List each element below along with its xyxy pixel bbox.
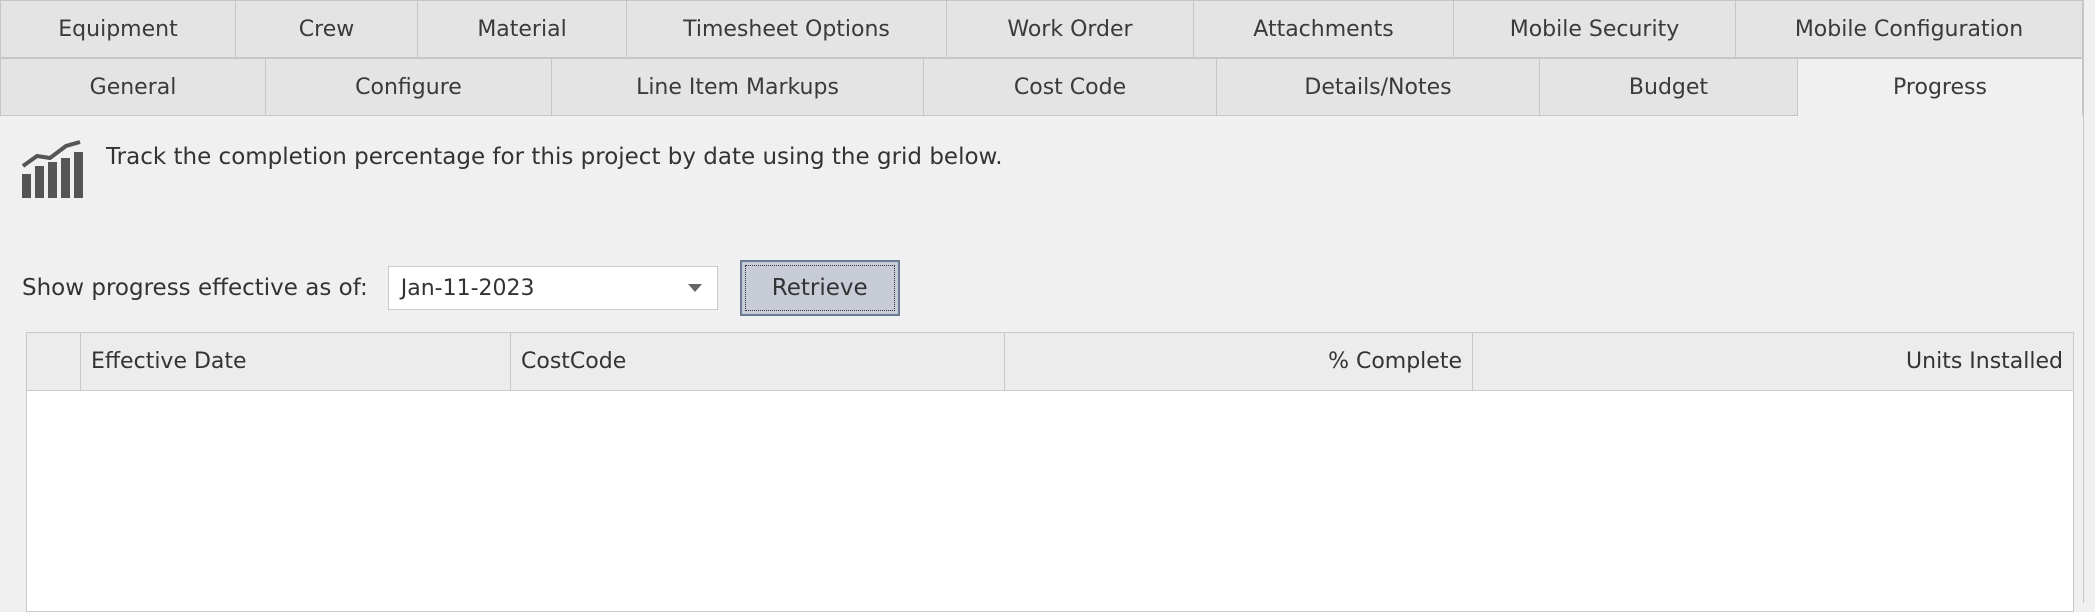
tab-row-top: Equipment Crew Material Timesheet Options Wo… bbox=[0, 0, 2083, 58]
info-text: Track the completion percentage for this… bbox=[106, 144, 1003, 170]
tab-cost-code[interactable]: Cost Code bbox=[924, 58, 1217, 116]
tab-progress[interactable]: Progress bbox=[1798, 58, 2083, 116]
grid-header: Effective Date CostCode% Complete Units In… bbox=[27, 333, 2073, 391]
tab-row-bottom: General Configure Line Item Markups Cost Co… bbox=[0, 58, 2083, 116]
retrieve-button[interactable]: Retrieve bbox=[739, 260, 900, 316]
tab-mobile-configuration[interactable]: Mobile Configuration bbox=[1736, 0, 2083, 58]
effective-date-picker[interactable]: Jan-11-2023 bbox=[387, 266, 718, 310]
tab-work-order[interactable]: Work Order bbox=[947, 0, 1194, 58]
tab-material[interactable]: Material bbox=[418, 0, 627, 58]
column-header-indicator[interactable] bbox=[27, 333, 81, 390]
tab-general[interactable]: General bbox=[0, 58, 266, 116]
tab-line-item-markups[interactable]: Line Item Markups bbox=[552, 58, 924, 116]
effective-date-value: Jan-11-2023 bbox=[400, 275, 535, 301]
progress-grid[interactable]: Effective Date CostCode% Complete Units In… bbox=[26, 332, 2074, 612]
column-header-complete[interactable]: % Complete bbox=[1005, 333, 1473, 390]
tab-details-notes[interactable]: Details/Notes bbox=[1217, 58, 1540, 116]
tab-crew[interactable]: Crew bbox=[236, 0, 418, 58]
tab-equipment[interactable]: Equipment bbox=[0, 0, 236, 58]
tab-mobile-security[interactable]: Mobile Security bbox=[1454, 0, 1736, 58]
column-header-effective-date[interactable]: Effective Date bbox=[81, 333, 511, 390]
column-header-units-installed[interactable]: Units Installed bbox=[1473, 333, 2073, 390]
info-banner: Track the completion percentage for this… bbox=[20, 140, 1003, 200]
dropdown-arrow-icon[interactable] bbox=[683, 267, 707, 309]
tab-budget[interactable]: Budget bbox=[1540, 58, 1798, 116]
panel-right-edge bbox=[2083, 0, 2095, 603]
tab-configure[interactable]: Configure bbox=[266, 58, 552, 116]
effective-date-label: Show progress effective as of: bbox=[22, 275, 368, 301]
column-header-costcode[interactable]: CostCode bbox=[511, 333, 1005, 390]
chart-bars-icon bbox=[21, 140, 83, 198]
filter-row: Show progress effective as of: Jan-11-20… bbox=[22, 260, 900, 316]
tab-timesheet-options[interactable]: Timesheet Options bbox=[627, 0, 947, 58]
tab-attachments[interactable]: Attachments bbox=[1194, 0, 1454, 58]
